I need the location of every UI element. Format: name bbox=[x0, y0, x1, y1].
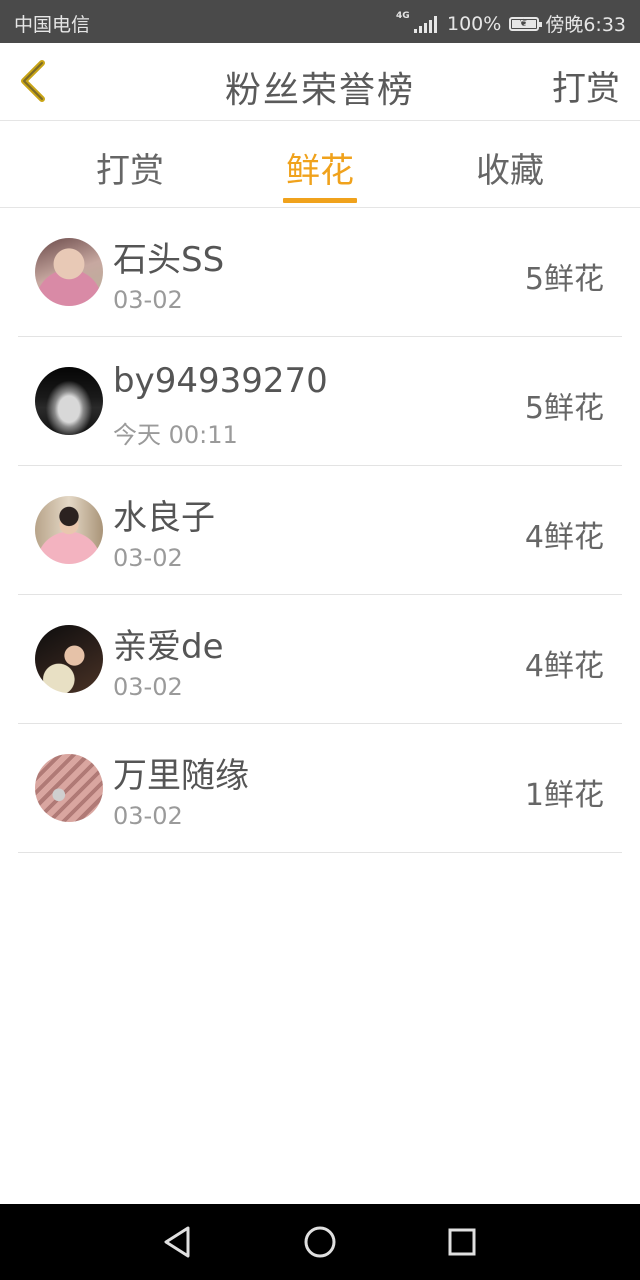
flower-count: 4鲜花 bbox=[524, 649, 604, 684]
nav-recents-button[interactable] bbox=[442, 1222, 482, 1262]
nav-back-button[interactable] bbox=[158, 1222, 198, 1262]
network-type-label: 4G bbox=[396, 10, 410, 21]
fan-date: 03-02 bbox=[113, 802, 183, 830]
list-item[interactable]: 万里随缘 03-02 1鲜花 bbox=[18, 724, 622, 853]
status-right: 4G 100% ❦ 傍晚6:33 bbox=[396, 10, 626, 37]
fan-name: 石头SS bbox=[113, 240, 225, 280]
tab-reward[interactable]: 打赏 bbox=[50, 143, 210, 192]
fan-name: by94939270 bbox=[113, 361, 328, 401]
avatar[interactable] bbox=[35, 754, 103, 822]
system-nav-bar bbox=[0, 1204, 640, 1280]
app-header: 粉丝荣誉榜 打赏 bbox=[0, 43, 640, 121]
flower-count: 5鲜花 bbox=[524, 262, 604, 297]
fan-date: 03-02 bbox=[113, 286, 183, 314]
avatar[interactable] bbox=[35, 367, 103, 435]
fan-date: 03-02 bbox=[113, 544, 183, 572]
flower-count: 1鲜花 bbox=[524, 778, 604, 813]
carrier-label: 中国电信 bbox=[14, 14, 91, 36]
status-bar: 中国电信 4G 100% ❦ 傍晚6:33 bbox=[0, 0, 640, 43]
battery-percent: 100% bbox=[447, 12, 502, 35]
recents-square-icon bbox=[448, 1228, 476, 1256]
signal-icon: 4G bbox=[396, 11, 437, 33]
tab-flowers[interactable]: 鲜花 bbox=[240, 143, 400, 192]
tab-favorites[interactable]: 收藏 bbox=[430, 143, 590, 192]
nav-home-button[interactable] bbox=[300, 1222, 340, 1262]
list-item[interactable]: by94939270 今天 00:11 5鲜花 bbox=[18, 337, 622, 466]
home-circle-icon bbox=[304, 1226, 336, 1258]
flower-count: 5鲜花 bbox=[524, 391, 604, 426]
tab-bar: 打赏 鲜花 收藏 bbox=[0, 121, 640, 208]
fan-name: 水良子 bbox=[113, 498, 215, 538]
battery-icon: ❦ bbox=[509, 16, 543, 31]
fan-name: 亲爱de bbox=[113, 627, 224, 667]
active-tab-indicator bbox=[283, 198, 357, 203]
reward-button[interactable]: 打赏 bbox=[552, 61, 620, 110]
avatar[interactable] bbox=[35, 238, 103, 306]
back-triangle-icon bbox=[164, 1226, 190, 1258]
list-item[interactable]: 亲爱de 03-02 4鲜花 bbox=[18, 595, 622, 724]
list-item[interactable]: 水良子 03-02 4鲜花 bbox=[18, 466, 622, 595]
fan-date: 今天 00:11 bbox=[113, 421, 238, 449]
fan-date: 03-02 bbox=[113, 673, 183, 701]
avatar[interactable] bbox=[35, 496, 103, 564]
fan-name: 万里随缘 bbox=[113, 756, 249, 796]
avatar[interactable] bbox=[35, 625, 103, 693]
status-time: 傍晚6:33 bbox=[545, 14, 626, 36]
flower-count: 4鲜花 bbox=[524, 520, 604, 555]
page-title: 粉丝荣誉榜 bbox=[224, 70, 415, 111]
fan-list: 石头SS 03-02 5鲜花 by94939270 今天 00:11 5鲜花 水… bbox=[0, 208, 640, 853]
list-item[interactable]: 石头SS 03-02 5鲜花 bbox=[18, 208, 622, 337]
